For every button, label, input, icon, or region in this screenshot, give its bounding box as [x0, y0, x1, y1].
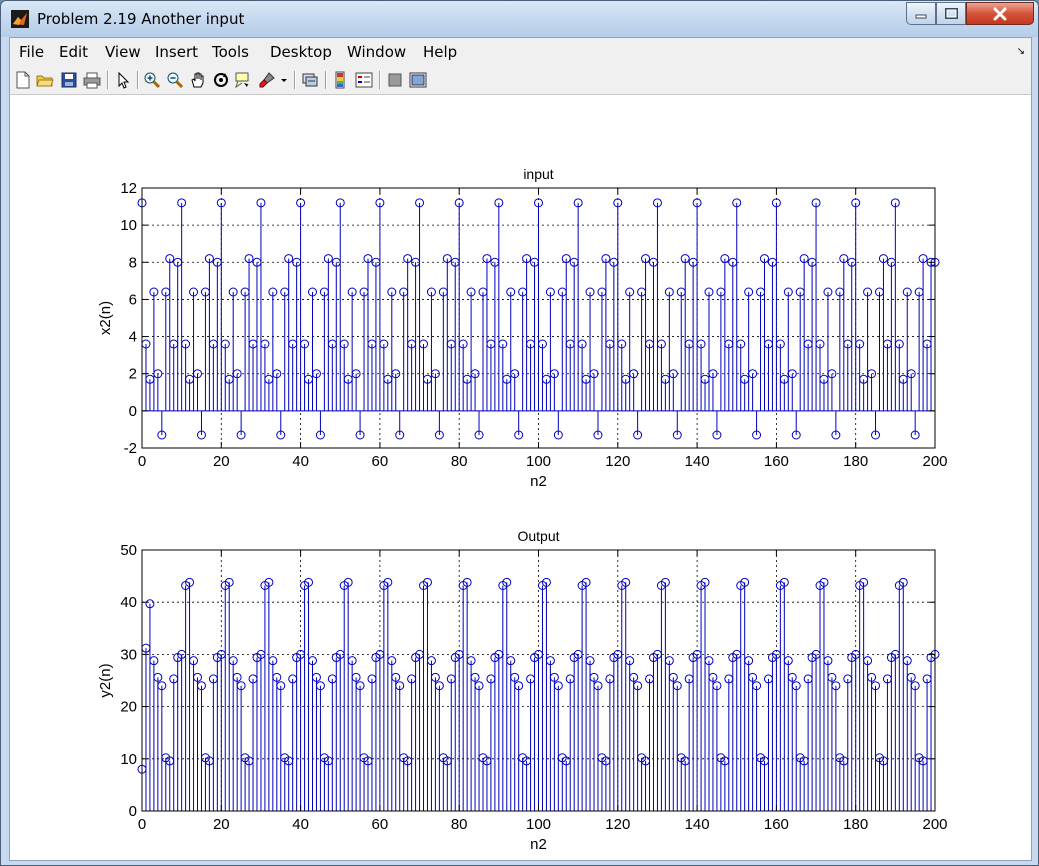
matlab-logo-icon [11, 10, 29, 28]
y-tick-label: 10 [120, 751, 137, 768]
maximize-button[interactable] [936, 2, 966, 25]
x-axis-label: n2 [530, 473, 547, 490]
plot-title: input [523, 166, 553, 182]
y-tick-label: 8 [129, 254, 137, 271]
y-tick-label: 2 [129, 366, 137, 383]
x-tick-label: 120 [605, 816, 630, 833]
menubar-dock-arrow-icon[interactable]: ↘ [1017, 46, 1025, 57]
close-icon [993, 7, 1007, 20]
brush-dropdown-icon[interactable] [280, 71, 288, 89]
menu-insert[interactable]: Insert [155, 43, 198, 61]
x-tick-label: 20 [213, 816, 230, 833]
x-axis-label: n2 [530, 836, 547, 853]
y-tick-label: 20 [120, 699, 137, 716]
toolbar-separator [137, 71, 139, 89]
menu-view[interactable]: View [105, 43, 141, 61]
x-tick-label: 0 [138, 453, 146, 470]
zoom-out-icon[interactable] [166, 71, 184, 89]
toolbar-separator [107, 71, 109, 89]
figure-client-area: File Edit View Insert Tools Desktop Wind… [9, 37, 1032, 861]
x-tick-label: 200 [922, 816, 947, 833]
y-tick-label: 0 [129, 803, 137, 820]
menu-window[interactable]: Window [347, 43, 406, 61]
data-cursor-icon[interactable] [234, 71, 252, 89]
figure-canvas: 0 20 40 60 80 100 120 140 160 180 200 -2 0 2 4 6 8 10 12 in… [10, 95, 1031, 860]
edit-plot-arrow-icon[interactable] [114, 71, 132, 89]
y-tick-label: 50 [120, 542, 137, 559]
x-tick-label: 140 [685, 453, 710, 470]
x-tick-label: 180 [843, 816, 868, 833]
insert-colorbar-icon[interactable] [332, 71, 350, 89]
close-button[interactable] [966, 2, 1034, 25]
toolbar-separator [294, 71, 296, 89]
plot-title: Output [517, 528, 559, 544]
menu-tools[interactable]: Tools [212, 43, 249, 61]
y-tick-label: 10 [120, 217, 137, 234]
pan-hand-icon[interactable] [189, 71, 207, 89]
print-icon[interactable] [83, 71, 101, 89]
x-tick-label: 60 [372, 453, 389, 470]
x-tick-label: 100 [526, 816, 551, 833]
figure-window: Problem 2.19 Another input File Edit Vie… [0, 0, 1039, 866]
x-tick-label: 180 [843, 453, 868, 470]
figure-toolbar [10, 66, 1031, 95]
minimize-button[interactable] [906, 2, 936, 25]
menu-desktop[interactable]: Desktop [270, 43, 332, 61]
y-axis-label: y2(n) [97, 663, 114, 697]
x-tick-label: 80 [451, 453, 468, 470]
minimize-icon [915, 14, 927, 18]
x-tick-label: 40 [292, 453, 309, 470]
menu-file[interactable]: File [19, 43, 44, 61]
x-tick-label: 160 [764, 453, 789, 470]
zoom-in-icon[interactable] [143, 71, 161, 89]
x-tick-label: 60 [372, 816, 389, 833]
menu-help[interactable]: Help [423, 43, 457, 61]
x-tick-label: 0 [138, 816, 146, 833]
save-icon[interactable] [60, 71, 78, 89]
insert-legend-icon[interactable] [355, 71, 373, 89]
y-tick-label: 6 [129, 291, 137, 308]
x-tick-label: 120 [605, 453, 630, 470]
x-tick-label: 140 [685, 816, 710, 833]
new-figure-icon[interactable] [14, 71, 32, 89]
x-tick-label: 80 [451, 816, 468, 833]
menu-bar: File Edit View Insert Tools Desktop Wind… [10, 38, 1031, 67]
x-tick-label: 20 [213, 453, 230, 470]
show-plot-tools-icon[interactable] [409, 71, 427, 89]
y-tick-label: -2 [124, 440, 137, 457]
x-tick-label: 160 [764, 816, 789, 833]
hide-plot-tools-icon[interactable] [386, 71, 404, 89]
y-tick-label: 0 [129, 403, 137, 420]
y-tick-label: 30 [120, 646, 137, 663]
y-tick-label: 4 [129, 329, 137, 346]
plots-svg: 0 20 40 60 80 100 120 140 160 180 200-2024681012in… [97, 166, 948, 853]
open-file-icon[interactable] [36, 71, 54, 89]
y-tick-label: 40 [120, 594, 137, 611]
y-axis-label: x2(n) [97, 301, 114, 335]
rotate-3d-icon[interactable] [212, 71, 230, 89]
menu-edit[interactable]: Edit [59, 43, 88, 61]
x-tick-label: 100 [526, 453, 551, 470]
toolbar-separator [379, 71, 381, 89]
title-bar[interactable]: Problem 2.19 Another input [1, 1, 1038, 37]
link-plot-icon[interactable] [301, 71, 319, 89]
window-title: Problem 2.19 Another input [37, 10, 245, 28]
x-tick-label: 200 [922, 453, 947, 470]
y-tick-label: 12 [120, 180, 137, 197]
toolbar-separator [325, 71, 327, 89]
brush-icon[interactable] [258, 71, 276, 89]
x-tick-label: 40 [292, 816, 309, 833]
maximize-icon [944, 8, 958, 19]
